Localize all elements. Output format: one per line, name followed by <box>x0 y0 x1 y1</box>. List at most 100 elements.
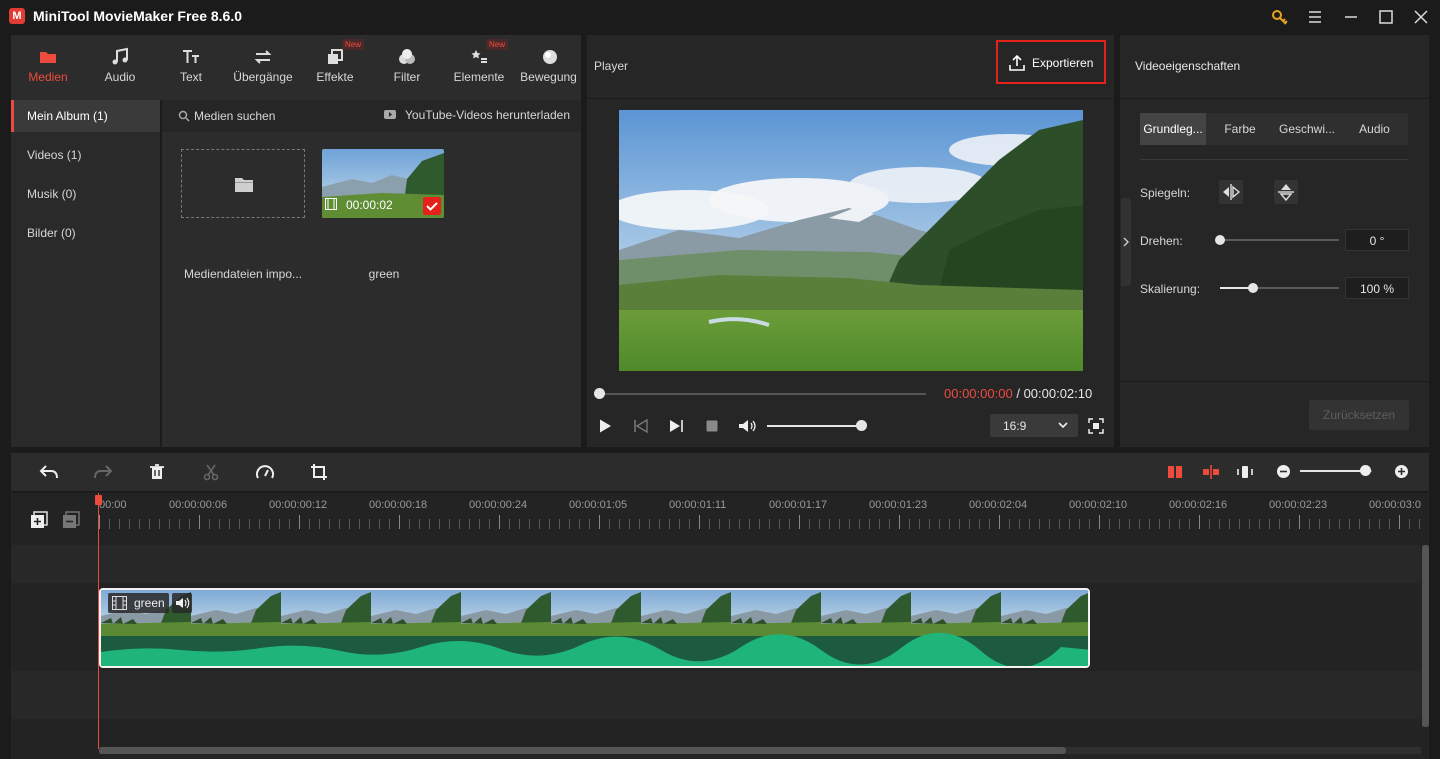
timeline-ruler[interactable]: 00:00 00:00:00:06 00:00:00:12 00:00:00:18 00… <box>99 493 1429 531</box>
next-frame-icon[interactable] <box>668 418 684 434</box>
export-label: Exportieren <box>1032 56 1094 70</box>
tab-farbe[interactable]: Farbe <box>1207 113 1273 145</box>
sidebar-item-bilder[interactable]: Bilder (0) <box>11 217 160 249</box>
tab-uebergaenge[interactable]: Übergänge <box>228 35 298 98</box>
add-track-icon[interactable] <box>30 511 48 529</box>
tab-label: Audio <box>104 70 136 84</box>
tab-label: Effekte <box>316 70 354 84</box>
filter-icon <box>397 47 417 67</box>
panel-collapse-handle[interactable] <box>1121 198 1131 286</box>
ruler-tick-label: 00:00:01:11 <box>669 499 727 511</box>
youtube-download-button[interactable]: YouTube-Videos herunterladen <box>405 108 570 122</box>
elements-icon <box>469 47 489 67</box>
ruler-tick-label: 00:00:01:23 <box>869 499 928 511</box>
folder-icon <box>38 47 58 67</box>
reset-button[interactable]: Zurücksetzen <box>1309 400 1409 430</box>
zoom-slider[interactable] <box>1300 465 1372 476</box>
split-scissors-icon[interactable] <box>202 463 220 481</box>
tab-effekte[interactable]: New Effekte <box>300 35 370 98</box>
tab-label: Filter <box>393 70 421 84</box>
media-search-button[interactable]: Medien suchen <box>194 109 275 123</box>
remove-track-icon[interactable] <box>62 511 80 529</box>
rotate-slider[interactable] <box>1215 235 1339 245</box>
progress-handle[interactable] <box>594 388 605 399</box>
properties-panel: Videoeigenschaften Grundleg... Farbe Ges… <box>1120 35 1429 447</box>
sidebar-item-videos[interactable]: Videos (1) <box>11 139 160 171</box>
film-icon <box>112 596 127 610</box>
zoom-handle[interactable] <box>1360 465 1371 476</box>
playback-progress[interactable] <box>594 388 926 399</box>
video-preview[interactable] <box>619 110 1083 371</box>
timeline-clip-green[interactable]: green <box>99 588 1090 668</box>
chevron-down-icon <box>1057 419 1069 431</box>
aspect-ratio-select[interactable]: 16:9 <box>990 414 1078 437</box>
tab-label: Übergänge <box>233 70 293 84</box>
rotate-handle[interactable] <box>1215 235 1225 245</box>
speed-icon[interactable] <box>255 463 275 481</box>
aspect-ratio-value: 16:9 <box>1003 419 1027 433</box>
play-icon[interactable] <box>597 418 613 434</box>
delete-icon[interactable] <box>148 463 166 481</box>
stop-icon[interactable] <box>704 418 720 434</box>
flip-horizontal-icon[interactable] <box>1219 180 1243 204</box>
tab-geschwindigkeit[interactable]: Geschwi... <box>1274 113 1340 145</box>
volume-handle[interactable] <box>856 420 867 431</box>
tab-filter[interactable]: Filter <box>372 35 442 98</box>
rotate-value[interactable]: 0 ° <box>1345 229 1409 251</box>
media-sidebar: Mein Album (1) Videos (1) Musik (0) Bild… <box>11 100 162 447</box>
music-note-icon <box>110 47 130 67</box>
mirror-label: Spiegeln: <box>1140 186 1191 200</box>
clip-volume-icon[interactable] <box>172 593 192 613</box>
tab-audio-props[interactable]: Audio <box>1341 113 1408 145</box>
snap-icon[interactable] <box>1166 463 1184 481</box>
effects-icon <box>325 47 345 67</box>
export-button[interactable]: Exportieren <box>996 40 1106 84</box>
playhead[interactable] <box>95 493 102 749</box>
crop-icon[interactable] <box>310 463 328 481</box>
media-tab-bar: Medien Audio Text Übergänge New Effekte … <box>11 35 581 98</box>
previous-frame-icon[interactable] <box>633 418 649 434</box>
empty-track-row <box>11 545 1421 583</box>
import-media-tile[interactable] <box>181 149 305 218</box>
vertical-scrollbar[interactable] <box>1422 545 1429 727</box>
sidebar-item-musik[interactable]: Musik (0) <box>11 178 160 210</box>
flip-vertical-icon[interactable] <box>1274 180 1298 204</box>
zoom-out-icon[interactable] <box>1276 464 1291 479</box>
scale-slider[interactable] <box>1220 283 1339 293</box>
maximize-icon[interactable] <box>1374 5 1398 29</box>
scale-handle[interactable] <box>1248 283 1258 293</box>
zoom-in-icon[interactable] <box>1394 464 1409 479</box>
key-icon[interactable] <box>1268 5 1292 29</box>
tab-bewegung[interactable]: Bewegung <box>516 35 581 98</box>
ruler-tick-label: 00:00:03:0 <box>1369 499 1421 511</box>
redo-icon[interactable] <box>93 463 113 481</box>
fullscreen-icon[interactable] <box>1088 418 1104 434</box>
volume-icon[interactable] <box>738 418 758 434</box>
total-time: 00:00:02:10 <box>1023 386 1093 401</box>
scale-value[interactable]: 100 % <box>1345 277 1409 299</box>
media-item-label: green <box>368 267 400 281</box>
playhead-handle[interactable] <box>95 495 102 505</box>
volume-slider[interactable] <box>767 420 867 431</box>
tab-label: Text <box>179 70 202 84</box>
properties-header: Videoeigenschaften <box>1120 35 1429 99</box>
horizontal-scrollbar[interactable] <box>99 747 1421 754</box>
menu-icon[interactable] <box>1303 5 1327 29</box>
ruler-tick-label: 00:00 <box>99 499 127 511</box>
undo-icon[interactable] <box>39 463 59 481</box>
properties-tabs: Grundleg... Farbe Geschwi... Audio <box>1140 113 1408 145</box>
sidebar-item-mein-album[interactable]: Mein Album (1) <box>11 100 160 132</box>
tab-audio[interactable]: Audio <box>85 35 155 98</box>
tab-elemente[interactable]: New Elemente <box>444 35 514 98</box>
split-clip-icon[interactable] <box>1202 463 1220 481</box>
minimize-icon[interactable] <box>1339 5 1363 29</box>
tab-medien[interactable]: Medien <box>13 35 83 98</box>
media-thumbnail-green[interactable]: 00:00:02 <box>322 149 444 218</box>
close-icon[interactable] <box>1409 5 1433 29</box>
text-icon <box>181 47 201 67</box>
vertical-scrollbar-thumb[interactable] <box>1422 545 1429 727</box>
fit-timeline-icon[interactable] <box>1236 463 1254 481</box>
tab-text[interactable]: Text <box>156 35 226 98</box>
tab-grundlegend[interactable]: Grundleg... <box>1140 113 1206 145</box>
horizontal-scrollbar-thumb[interactable] <box>99 747 1066 754</box>
